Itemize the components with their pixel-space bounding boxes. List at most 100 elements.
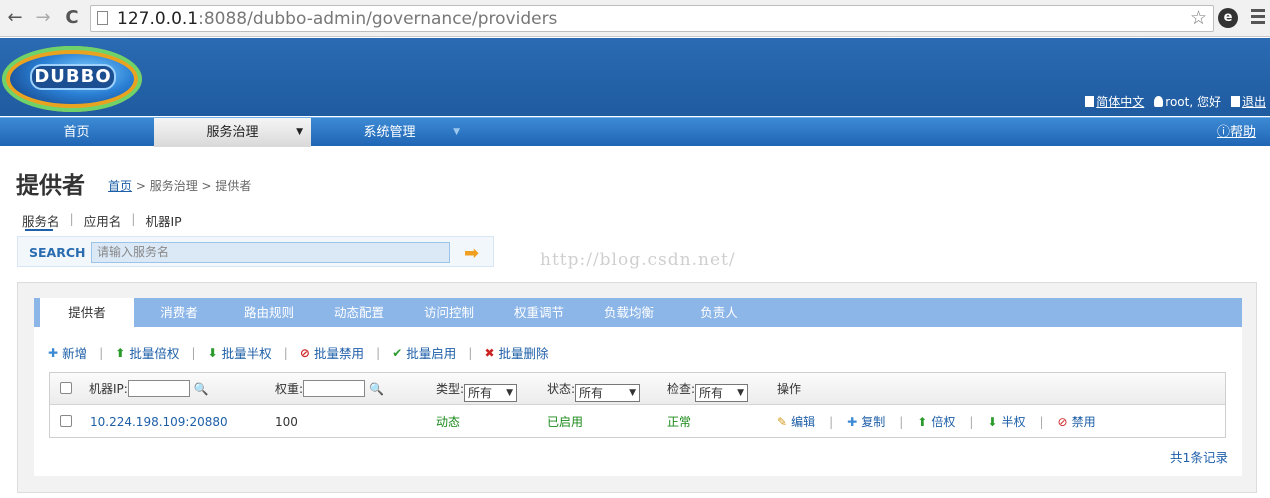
ip-filter-label: 机器IP: xyxy=(89,382,128,396)
bulk-disable-button[interactable]: ⊘ 批量禁用 xyxy=(300,343,364,362)
type-filter-label: 类型: xyxy=(436,382,465,396)
ban-icon: ⊘ xyxy=(299,345,310,360)
search-tab-service[interactable]: 服务名 xyxy=(22,211,70,230)
address-url: 127.0.0.1:8088/dubbo-admin/governance/pr… xyxy=(117,9,557,29)
header-links: 简体中文 root, 您好 退出 xyxy=(1085,93,1266,110)
tab-loadbalance[interactable]: 负载均衡 xyxy=(584,298,674,327)
user-icon xyxy=(1154,96,1164,107)
nav-system-admin[interactable]: 系统管理 ▼ xyxy=(311,118,468,147)
status-filter: 状态: 所有 xyxy=(547,373,641,405)
arrow-up-icon: ⬆ xyxy=(917,415,928,429)
copy-icon: ✚ xyxy=(847,415,858,429)
op-separator: | xyxy=(899,415,904,429)
tab-separator: | xyxy=(131,211,136,226)
double-weight-link[interactable]: 倍权 xyxy=(931,406,955,438)
help-icon: ⓘ xyxy=(1216,125,1230,140)
tab-overrides[interactable]: 动态配置 xyxy=(314,298,404,327)
ban-icon: ⊘ xyxy=(1057,415,1068,429)
search-go-arrow-icon[interactable]: ➡ xyxy=(464,243,479,264)
tab-consumers[interactable]: 消费者 xyxy=(134,298,224,327)
providers-panel: 提供者 消费者 路由规则 动态配置 访问控制 权重调节 负载均衡 负责人 ✚ 新增… xyxy=(17,282,1257,493)
arrow-down-icon: ⬇ xyxy=(987,415,998,429)
check-select[interactable]: 所有 xyxy=(695,384,749,402)
tab-owners[interactable]: 负责人 xyxy=(674,298,764,327)
address-bar[interactable]: 127.0.0.1:8088/dubbo-admin/governance/pr… xyxy=(90,5,1214,32)
panel-tabbar: 提供者 消费者 路由规则 动态配置 访问控制 权重调节 负载均衡 负责人 xyxy=(34,298,1242,327)
action-separator: | xyxy=(191,345,196,360)
status-select[interactable]: 所有 xyxy=(575,384,641,402)
help-link[interactable]: ⓘ帮助 xyxy=(1217,118,1256,147)
search-label: SEARCH xyxy=(29,245,86,260)
table-header-row: 机器IP:🔍 权重:🔍 类型:所有 状态:所有 检查:所有 操作 xyxy=(50,373,1225,405)
tab-access[interactable]: 访问控制 xyxy=(404,298,494,327)
row-check: 正常 xyxy=(667,415,692,429)
search-tab-app[interactable]: 应用名 xyxy=(84,211,132,230)
ip-filter: 机器IP: 🔍 xyxy=(89,373,209,405)
chevron-down-icon: ▼ xyxy=(296,127,303,137)
row-status: 已启用 xyxy=(547,415,584,429)
delete-x-icon: ✖ xyxy=(484,345,495,360)
bulk-half-weight-button[interactable]: ⬇ 批量半权 xyxy=(208,343,272,362)
bulk-enable-label: 批量启用 xyxy=(406,346,457,361)
search-icon[interactable]: 🔍 xyxy=(194,382,209,396)
status-filter-label: 状态: xyxy=(547,382,576,396)
tab-weights[interactable]: 权重调节 xyxy=(494,298,584,327)
panel-inner: 提供者 消费者 路由规则 动态配置 访问控制 权重调节 负载均衡 负责人 ✚ 新增… xyxy=(34,298,1242,476)
reload-button[interactable]: C xyxy=(61,6,83,30)
bookmark-star-icon[interactable]: ☆ xyxy=(1190,7,1207,29)
add-button[interactable]: ✚ 新增 xyxy=(48,343,87,362)
type-select[interactable]: 所有 xyxy=(464,384,518,402)
ops-header: 操作 xyxy=(777,382,802,396)
back-button[interactable]: ← xyxy=(4,6,26,30)
action-separator: | xyxy=(375,345,381,360)
logo-text: DUBBO xyxy=(30,64,116,90)
row-ip-link[interactable]: 10.224.198.109:20880 xyxy=(90,406,228,438)
breadcrumb-rest: > 服务治理 > 提供者 xyxy=(132,179,252,193)
url-path: :8088/dubbo-admin/governance/providers xyxy=(198,9,558,29)
language-link[interactable]: 简体中文 xyxy=(1085,93,1144,110)
nav-home[interactable]: 首页 xyxy=(0,118,153,147)
search-icon[interactable]: 🔍 xyxy=(369,382,384,396)
language-label: 简体中文 xyxy=(1096,95,1145,109)
select-all-checkbox[interactable] xyxy=(60,382,72,394)
check-filter: 检查: 所有 xyxy=(667,373,749,405)
weight-filter-input[interactable] xyxy=(303,380,366,397)
arrow-down-icon: ⬇ xyxy=(207,345,218,360)
search-tab-ip[interactable]: 机器IP xyxy=(145,211,191,230)
breadcrumb: 首页 > 服务治理 > 提供者 xyxy=(108,177,251,194)
user-label: root, 您好 xyxy=(1165,95,1221,109)
extension-icon[interactable]: e xyxy=(1218,8,1238,28)
arrow-up-icon: ⬆ xyxy=(115,345,126,360)
bulk-delete-button[interactable]: ✖ 批量删除 xyxy=(484,343,548,362)
op-separator: | xyxy=(1039,415,1044,429)
row-checkbox[interactable] xyxy=(60,415,72,427)
disable-link[interactable]: 禁用 xyxy=(1072,406,1096,438)
bulk-enable-button[interactable]: ✔ 批量启用 xyxy=(392,343,456,362)
main-nav: 首页 服务治理 ▼ 系统管理 ▼ ⓘ帮助 xyxy=(0,117,1270,147)
action-separator: | xyxy=(283,345,288,360)
plus-icon: ✚ xyxy=(48,345,59,360)
logout-link[interactable]: 退出 xyxy=(1230,93,1266,110)
chevron-down-icon: ▼ xyxy=(453,127,460,137)
breadcrumb-home[interactable]: 首页 xyxy=(108,179,132,193)
action-separator: | xyxy=(468,345,473,360)
providers-table: 机器IP:🔍 权重:🔍 类型:所有 状态:所有 检查:所有 操作 10.224.… xyxy=(49,372,1226,438)
tab-providers[interactable]: 提供者 xyxy=(34,298,134,327)
nav-service-governance[interactable]: 服务治理 ▼ xyxy=(154,118,311,147)
forward-button[interactable]: → xyxy=(32,6,54,30)
op-separator: | xyxy=(969,415,974,429)
bulk-double-weight-button[interactable]: ⬆ 批量倍权 xyxy=(115,343,179,362)
edit-link[interactable]: 编辑 xyxy=(791,406,815,438)
check-icon: ✔ xyxy=(392,345,403,360)
ip-filter-input[interactable] xyxy=(127,380,190,397)
copy-link[interactable]: 复制 xyxy=(861,406,885,438)
browser-menu-icon[interactable] xyxy=(1251,9,1265,25)
search-input[interactable]: 请输入服务名 xyxy=(91,242,450,263)
page-icon xyxy=(97,11,108,25)
half-weight-link[interactable]: 半权 xyxy=(1001,406,1025,438)
add-label: 新增 xyxy=(62,346,88,361)
tab-routes[interactable]: 路由规则 xyxy=(224,298,314,327)
help-label: 帮助 xyxy=(1229,125,1256,140)
bulk-disable-label: 批量禁用 xyxy=(313,346,364,361)
browser-toolbar: ← → C 127.0.0.1:8088/dubbo-admin/governa… xyxy=(0,0,1270,37)
